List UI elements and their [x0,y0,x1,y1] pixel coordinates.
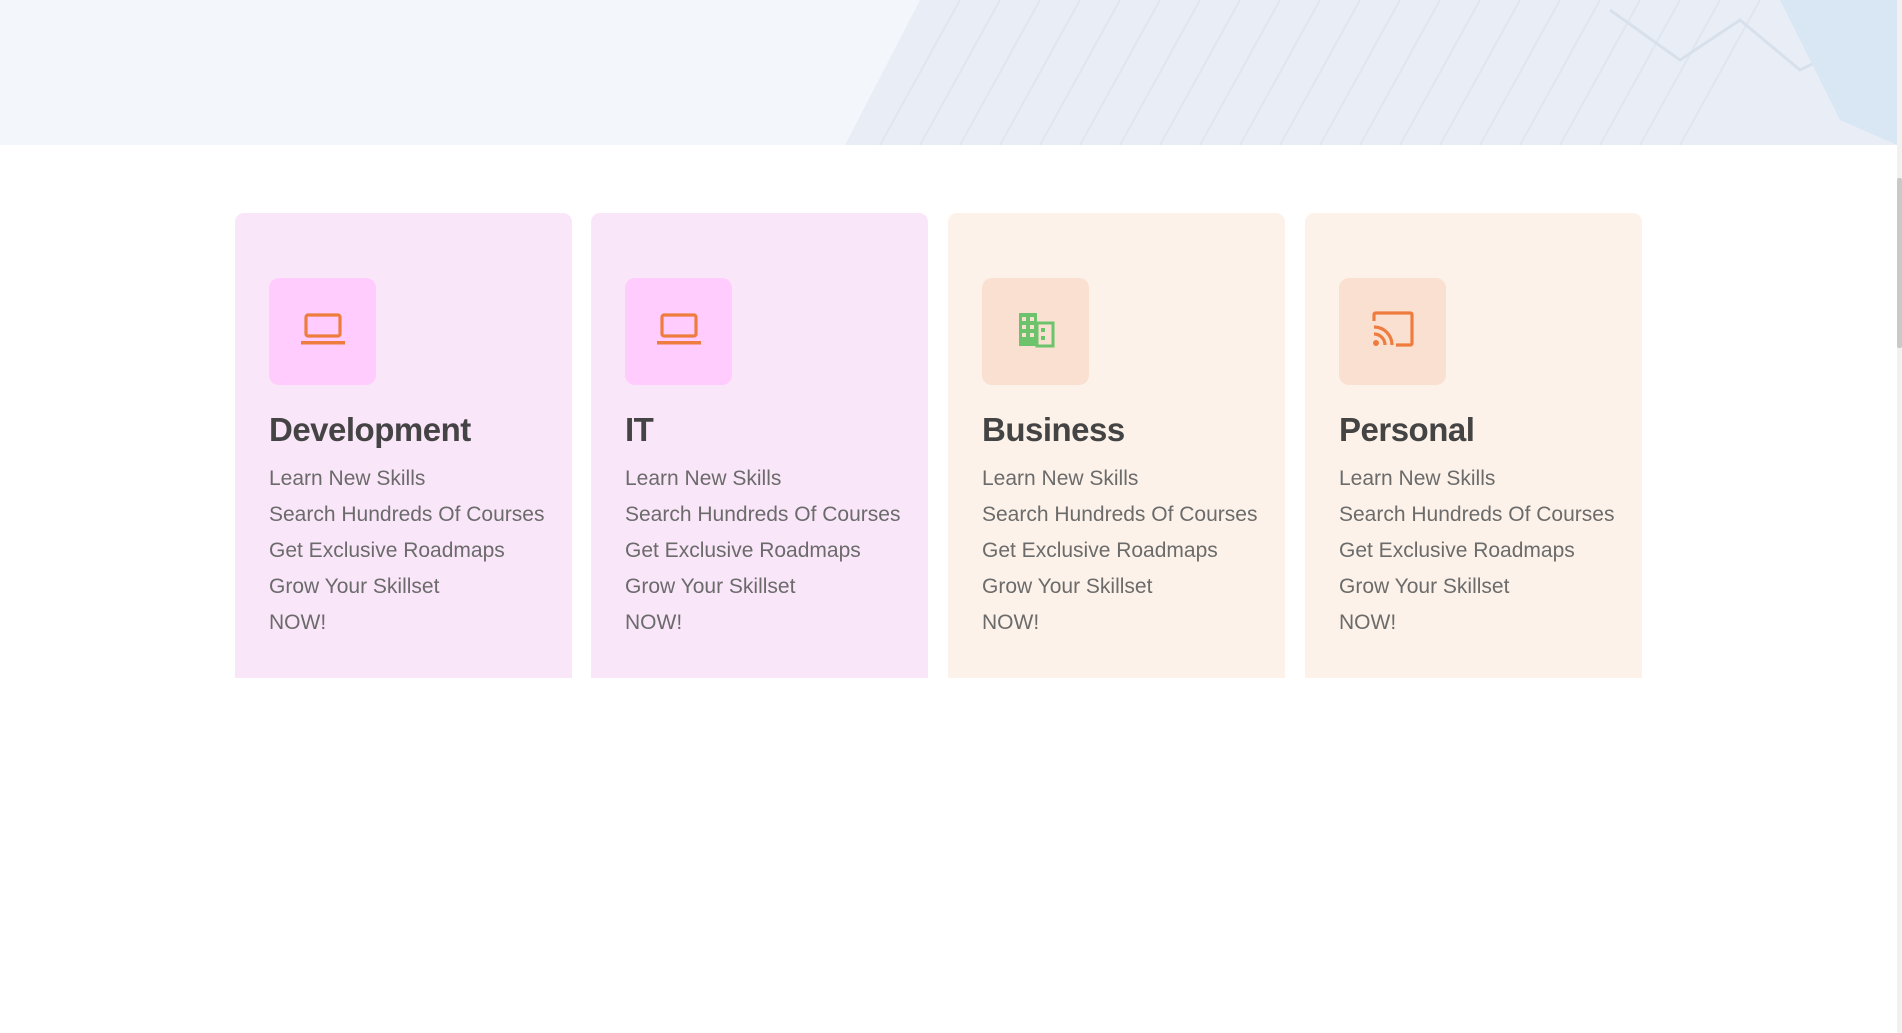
building-icon [1016,309,1056,354]
list-item: Learn New Skills [1339,467,1496,490]
list-item: Search Hundreds Of Courses [982,503,1258,526]
cast-icon [1370,309,1416,354]
category-card-business[interactable]: Business Learn New Skills Search Hundred… [948,213,1285,678]
page-scrollbar[interactable] [1897,0,1902,1033]
card-feature-list: Learn New Skills Search Hundreds Of Cour… [982,461,1257,641]
list-item: Get Exclusive Roadmaps [1339,539,1575,562]
category-card-it[interactable]: IT Learn New Skills Search Hundreds Of C… [591,213,928,678]
laptop-icon [299,311,347,352]
list-item: Search Hundreds Of Courses [269,503,545,526]
card-title: IT [625,411,654,448]
list-item: Learn New Skills [625,467,782,490]
list-item: Get Exclusive Roadmaps [625,539,861,562]
list-item: NOW! [269,611,327,634]
list-item: Search Hundreds Of Courses [625,503,901,526]
laptop-icon [655,311,703,352]
card-icon-box [1339,278,1446,385]
hero-banner [0,0,1897,145]
card-feature-list: Learn New Skills Search Hundreds Of Cour… [1339,461,1614,641]
category-card-personal[interactable]: Personal Learn New Skills Search Hundred… [1305,213,1642,678]
list-item: Learn New Skills [269,467,426,490]
list-item: Grow Your Skillset [625,575,796,598]
list-item: NOW! [625,611,683,634]
scrollbar-thumb[interactable] [1897,178,1902,348]
card-title: Business [982,411,1125,448]
card-icon-box [982,278,1089,385]
category-card-development[interactable]: Development Learn New Skills Search Hund… [235,213,572,678]
list-item: NOW! [1339,611,1397,634]
card-feature-list: Learn New Skills Search Hundreds Of Cour… [269,461,544,641]
list-item: Grow Your Skillset [269,575,440,598]
list-item: Learn New Skills [982,467,1139,490]
list-item: Search Hundreds Of Courses [1339,503,1615,526]
card-icon-box [625,278,732,385]
list-item: Grow Your Skillset [1339,575,1510,598]
card-feature-list: Learn New Skills Search Hundreds Of Cour… [625,461,900,641]
card-title: Personal [1339,411,1475,448]
card-title: Development [269,411,471,448]
building-background-image [845,0,1897,145]
list-item: Grow Your Skillset [982,575,1153,598]
list-item: NOW! [982,611,1040,634]
list-item: Get Exclusive Roadmaps [982,539,1218,562]
list-item: Get Exclusive Roadmaps [269,539,505,562]
category-cards: Development Learn New Skills Search Hund… [235,213,1642,678]
card-icon-box [269,278,376,385]
